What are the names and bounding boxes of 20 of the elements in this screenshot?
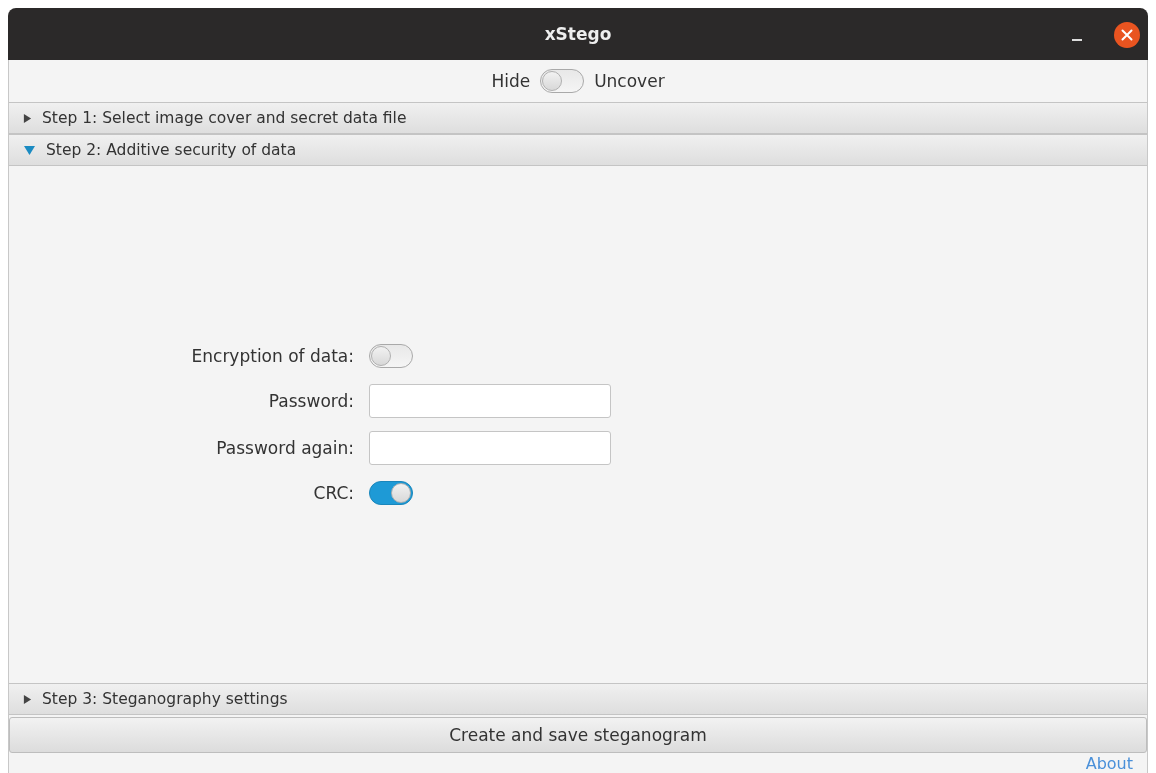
mode-toggle[interactable] (540, 69, 585, 93)
section-header[interactable]: Step 2: Additive security of data (9, 134, 1147, 166)
mode-label: Uncover (594, 71, 665, 91)
section-header[interactable]: Step 1: Select image cover and secret data file (9, 102, 1147, 134)
mode-label: Hide (491, 71, 531, 91)
section-header[interactable]: Step 3: Steganography settings (9, 683, 1147, 715)
triangle-right-icon (23, 694, 32, 704)
toggle-switch[interactable] (369, 344, 413, 368)
field-label: Password again: (215, 438, 354, 458)
input-field[interactable] (369, 384, 611, 418)
field-label: Password: (267, 391, 354, 411)
create-button[interactable]: Create and save steganogram (9, 717, 1147, 753)
input-field[interactable] (369, 431, 611, 465)
close-icon[interactable] (1114, 22, 1140, 48)
triangle-right-icon (23, 113, 32, 123)
window-title: xStego (544, 24, 612, 44)
triangle-down-icon (23, 144, 36, 156)
toggle-switch[interactable] (369, 481, 413, 505)
field-label: CRC: (312, 483, 354, 503)
field-label: Encryption of data: (190, 346, 354, 366)
